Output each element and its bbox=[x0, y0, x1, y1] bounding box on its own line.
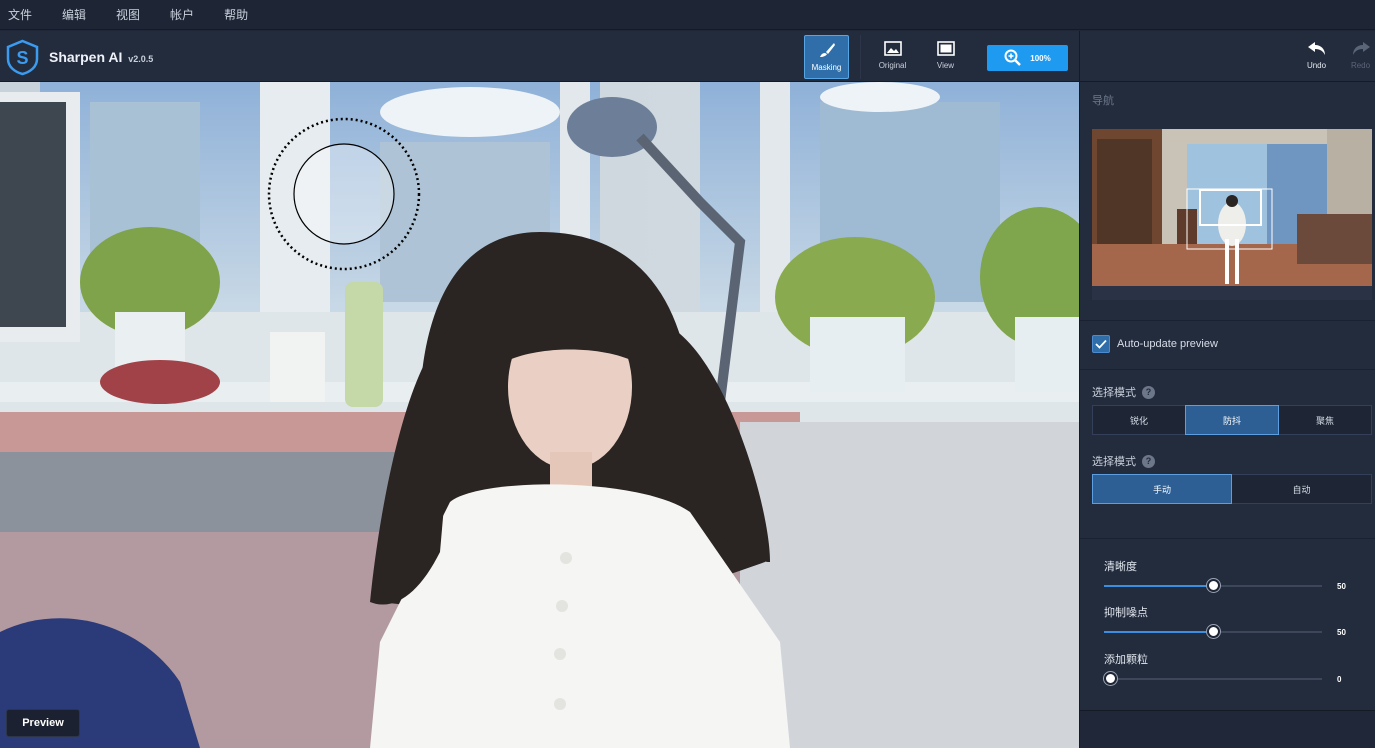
preview-button[interactable]: Preview bbox=[6, 709, 80, 737]
toolbar-divider bbox=[860, 35, 861, 79]
zoom-button[interactable]: 100% bbox=[987, 45, 1068, 71]
auto-update-label: Auto-update preview bbox=[1117, 338, 1218, 350]
menu-file[interactable]: 文件 bbox=[8, 6, 32, 23]
app-name: Sharpen AI bbox=[49, 49, 123, 65]
selection-mode-selector: 手动 自动 bbox=[1092, 474, 1372, 504]
mode-section-label-2: 选择模式 ? bbox=[1092, 453, 1155, 469]
navigator-image bbox=[1092, 129, 1372, 286]
navigator-thumbnail[interactable] bbox=[1092, 129, 1372, 286]
mode-auto-button[interactable]: 自动 bbox=[1231, 474, 1372, 504]
masking-button[interactable]: Masking bbox=[804, 35, 849, 79]
navigator-title: 导航 bbox=[1092, 95, 1114, 107]
toolbar-panel-divider bbox=[1079, 31, 1080, 82]
view-button[interactable]: View bbox=[923, 35, 968, 79]
menu-bar: 文件 编辑 视图 帐户 帮助 bbox=[0, 0, 1375, 30]
menu-help[interactable]: 帮助 bbox=[224, 6, 248, 23]
slider-fill bbox=[1104, 631, 1213, 633]
settings-panel: 导航 Auto-update preview 选择模式 ? 锐化 防抖 聚焦 选… bbox=[1079, 82, 1375, 748]
slider-fill bbox=[1104, 585, 1213, 587]
redo-icon bbox=[1352, 42, 1370, 55]
mode-focus-button[interactable]: 聚焦 bbox=[1278, 405, 1372, 435]
image-icon bbox=[883, 41, 902, 56]
topaz-logo-icon: S bbox=[6, 39, 39, 76]
svg-text:S: S bbox=[16, 48, 28, 68]
mode-label: 选择模式 bbox=[1092, 387, 1136, 399]
divider bbox=[1080, 320, 1375, 321]
single-view-icon bbox=[936, 41, 955, 56]
mode-stabilize-button[interactable]: 防抖 bbox=[1185, 405, 1279, 435]
mode-manual-button[interactable]: 手动 bbox=[1092, 474, 1232, 504]
mode-section-label: 选择模式 ? bbox=[1092, 384, 1155, 400]
slider-denoise-value: 50 bbox=[1337, 628, 1346, 637]
masking-label: Masking bbox=[811, 63, 842, 72]
menu-view[interactable]: 视图 bbox=[116, 6, 140, 23]
undo-button[interactable]: Undo bbox=[1294, 35, 1339, 79]
panel-footer bbox=[1080, 710, 1375, 748]
zoom-in-icon bbox=[1004, 49, 1022, 66]
slider-clarity-value: 50 bbox=[1337, 582, 1346, 591]
original-label: Original bbox=[878, 61, 907, 70]
redo-button[interactable]: Redo bbox=[1338, 35, 1375, 79]
app-version: v2.0.5 bbox=[128, 54, 154, 64]
menu-account[interactable]: 帐户 bbox=[170, 6, 194, 23]
navigator-footer bbox=[1092, 286, 1372, 300]
slider-denoise-label: 抑制噪点 bbox=[1104, 607, 1148, 619]
help-icon[interactable]: ? bbox=[1142, 454, 1155, 468]
auto-update-checkbox[interactable] bbox=[1092, 335, 1110, 353]
checkmark-icon bbox=[1095, 339, 1107, 349]
slider-thumb[interactable] bbox=[1207, 625, 1220, 638]
toolbar: S Sharpen AI v2.0.5 Masking Original Vie… bbox=[0, 31, 1375, 82]
slider-clarity[interactable] bbox=[1104, 579, 1322, 592]
mode-label-2: 选择模式 bbox=[1092, 456, 1136, 468]
slider-grain[interactable] bbox=[1104, 672, 1322, 685]
slider-denoise[interactable] bbox=[1104, 625, 1322, 638]
redo-label: Redo bbox=[1350, 61, 1371, 70]
mode-selector: 锐化 防抖 聚焦 bbox=[1092, 405, 1372, 435]
slider-grain-value: 0 bbox=[1337, 675, 1342, 684]
slider-grain-label: 添加颗粒 bbox=[1104, 654, 1148, 666]
brush-icon bbox=[819, 43, 835, 57]
divider bbox=[1080, 538, 1375, 539]
image-canvas[interactable]: Preview bbox=[0, 82, 1079, 748]
undo-label: Undo bbox=[1306, 61, 1327, 70]
undo-icon bbox=[1307, 42, 1325, 55]
view-label: View bbox=[936, 61, 955, 70]
slider-thumb[interactable] bbox=[1207, 579, 1220, 592]
help-icon[interactable]: ? bbox=[1142, 385, 1155, 399]
slider-thumb[interactable] bbox=[1104, 672, 1117, 685]
zoom-value: 100% bbox=[1030, 53, 1051, 63]
app-title: Sharpen AI v2.0.5 bbox=[49, 49, 153, 65]
original-button[interactable]: Original bbox=[870, 35, 915, 79]
slider-clarity-label: 清晰度 bbox=[1104, 561, 1137, 573]
menu-edit[interactable]: 编辑 bbox=[62, 6, 86, 23]
photo-preview bbox=[0, 82, 1079, 748]
divider bbox=[1080, 369, 1375, 370]
mode-sharpen-button[interactable]: 锐化 bbox=[1092, 405, 1186, 435]
